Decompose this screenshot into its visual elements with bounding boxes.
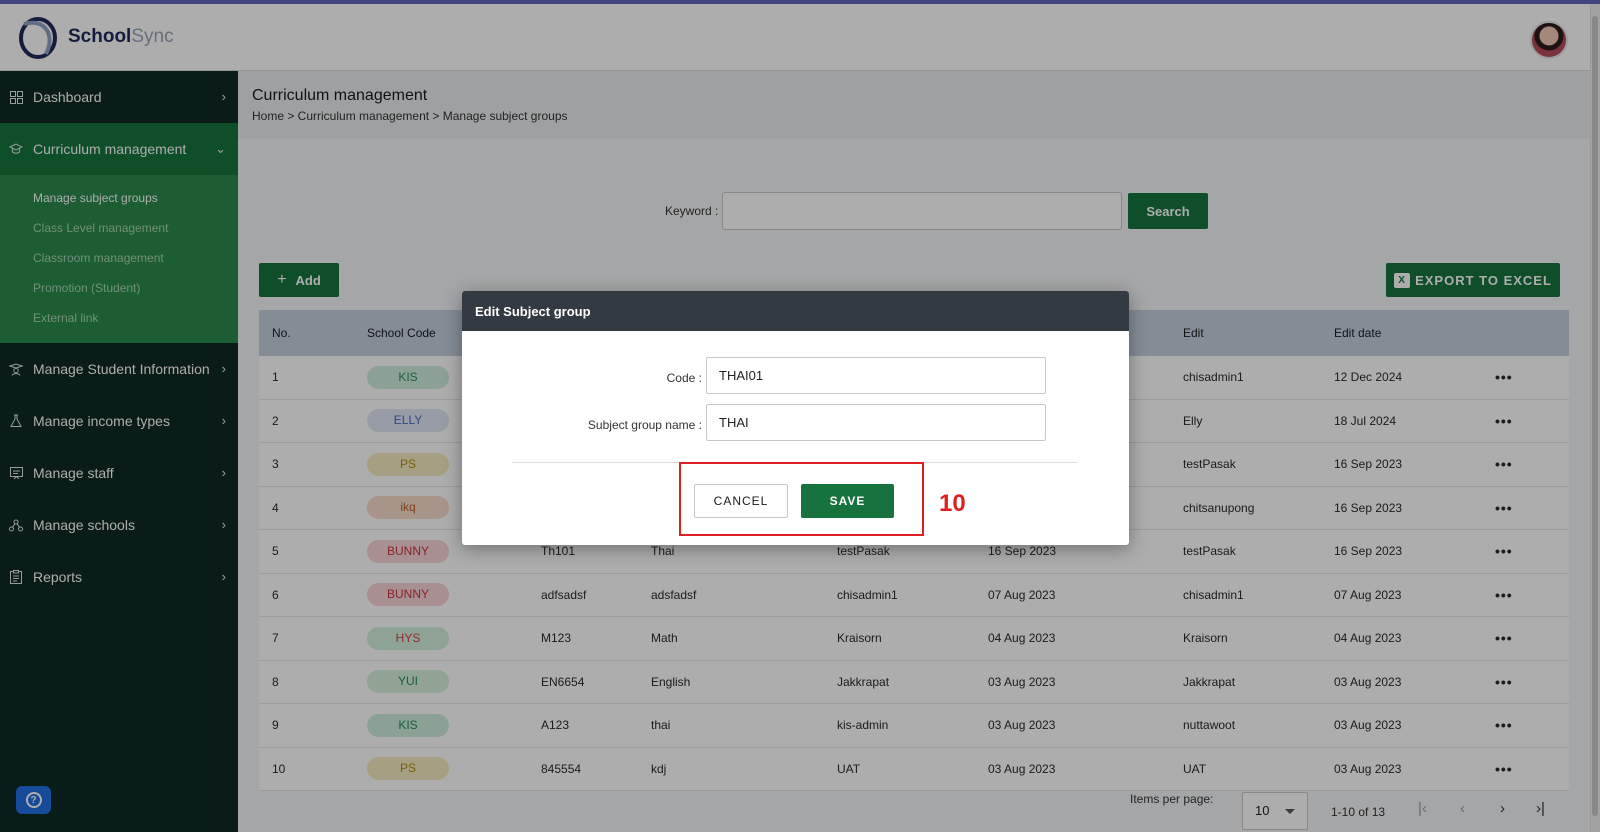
subject-group-name-label: Subject group name : — [587, 418, 702, 432]
annotation-step-number: 10 — [939, 490, 966, 517]
code-label: Code : — [666, 371, 702, 385]
annotation-highlight-box — [679, 462, 924, 536]
dialog-title: Edit Subject group — [462, 291, 1129, 331]
subject-group-name-input[interactable]: THAI — [706, 404, 1046, 441]
code-input[interactable]: THAI01 — [706, 357, 1046, 394]
